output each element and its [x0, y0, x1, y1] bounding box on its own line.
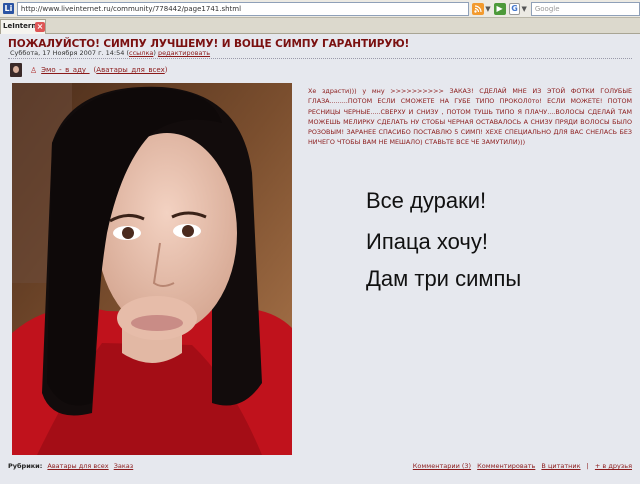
caption-line-2: Ипаца хочу!: [366, 229, 488, 254]
go-arrow-icon[interactable]: ▶: [493, 2, 506, 15]
comments-link[interactable]: Комментарии (3): [413, 462, 471, 470]
post-date: Суббота, 17 Ноября 2007 г. 14:54: [10, 49, 125, 57]
post-body: Хе здрасти))) у мну >>>>>>>>>> ЗАКАЗ! СД…: [308, 87, 632, 147]
community-wrap: (Аватары_для_всех): [93, 66, 168, 74]
rubric-link-order[interactable]: Заказ: [114, 462, 134, 470]
search-engine-dropdown-icon[interactable]: ▼: [521, 5, 526, 13]
caption-line-3: Дам три симпы: [366, 266, 522, 291]
close-tab-icon[interactable]: ×: [35, 22, 45, 32]
rubric-link-avatars[interactable]: Аватары для всех: [47, 462, 108, 470]
tab-bar: LeIntern... ×: [0, 18, 640, 34]
permalink[interactable]: ссылка: [129, 49, 153, 57]
comment-button[interactable]: Комментировать: [477, 462, 535, 470]
author-link[interactable]: Эмо_-_в_аду_: [41, 66, 89, 74]
site-favicon-icon: Li: [3, 3, 14, 14]
google-icon[interactable]: G: [508, 2, 521, 15]
edit-link[interactable]: редактировать: [158, 49, 210, 57]
add-friend-button[interactable]: + в друзья: [595, 462, 632, 470]
rss-icon[interactable]: [472, 2, 485, 15]
divider: [8, 58, 632, 59]
url-input[interactable]: http://www.liveinternet.ru/community/778…: [16, 1, 470, 16]
post-photo: [12, 83, 292, 455]
rubrics: Рубрики: Аватары для всех Заказ: [8, 462, 133, 470]
page-content: ПОЖАЛУЙСТО! СИМПУ ЛУЧШЕМУ! И ВОЩЕ СИМПУ …: [0, 35, 640, 484]
caption-line-1: Все дураки!: [366, 188, 487, 213]
chevron-down-icon[interactable]: ▼: [485, 5, 490, 13]
post-actions: Комментарии (3) Комментировать В цитатни…: [412, 462, 632, 470]
tab-liveinternet[interactable]: LeIntern... ×: [0, 19, 46, 34]
author-line: ♙ Эмо_-_в_аду_ (Аватары_для_всех): [10, 63, 168, 77]
search-input[interactable]: Google: [530, 1, 640, 16]
rubrics-label: Рубрики:: [8, 462, 43, 470]
post-meta: Суббота, 17 Ноября 2007 г. 14:54 (ссылка…: [10, 49, 211, 57]
user-icon: ♙: [30, 65, 38, 75]
community-link[interactable]: Аватары_для_всех: [96, 66, 165, 74]
post-footer: Рубрики: Аватары для всех Заказ Коммента…: [0, 460, 640, 472]
quote-button[interactable]: В цитатник: [541, 462, 580, 470]
avatar[interactable]: [10, 63, 22, 77]
address-bar: Li http://www.liveinternet.ru/community/…: [0, 0, 640, 18]
